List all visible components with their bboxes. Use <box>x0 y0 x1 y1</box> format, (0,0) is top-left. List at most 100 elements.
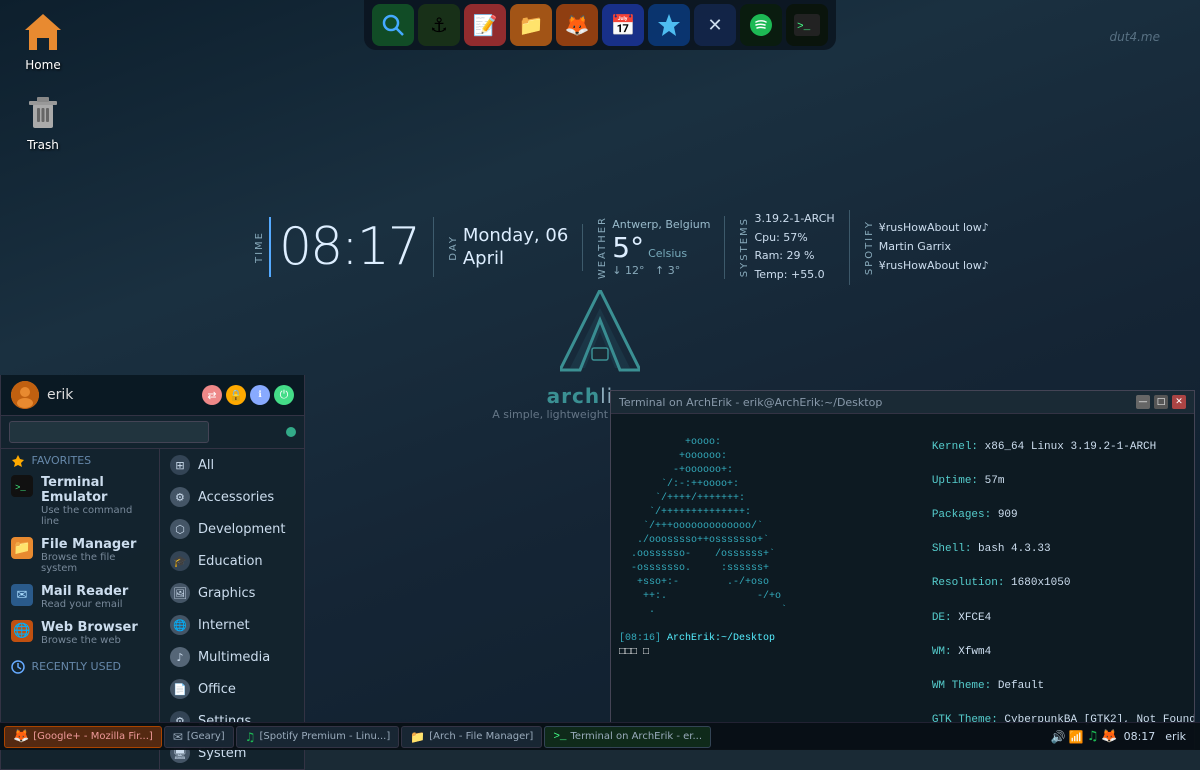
taskbar: 🦊 [Google+ - Mozilla Fir...] ✉ [Geary] ♫… <box>0 722 1200 750</box>
desktop-icon-home[interactable]: Home <box>8 8 78 72</box>
app-menu-categories: ⊞ All ⚙ Accessories ⬡ Development 🎓 Educ… <box>160 449 304 769</box>
cat-office[interactable]: 📄 Office <box>160 673 304 705</box>
svg-text:>_: >_ <box>797 21 811 33</box>
terminal-title: Terminal on ArchErik - erik@ArchErik:~/D… <box>619 396 882 409</box>
search-input[interactable] <box>9 421 209 443</box>
conky-sys-content: 3.19.2-1-ARCH Cpu: 57% Ram: 29 % Temp: +… <box>754 210 834 285</box>
app-menu-body: Favorites >_ Terminal Emulator Use the c… <box>1 449 304 769</box>
terminal-close-button[interactable]: ✕ <box>1172 395 1186 409</box>
search-dot <box>286 427 296 437</box>
conky-time-label: Time <box>254 231 265 263</box>
favorites-label: Favorites <box>1 449 159 470</box>
tray-icon-4[interactable]: 🦊 <box>1101 729 1117 744</box>
app-menu-controls: ⇄ 🔒 ℹ ⏻ <box>202 385 294 405</box>
tray-icon-1[interactable]: 🔊 <box>1051 730 1066 744</box>
recently-label: Recently Used <box>1 655 159 676</box>
dock-spotify[interactable] <box>740 4 782 46</box>
conky-day-label: Day <box>448 235 459 261</box>
conky-widget: Time 08:17 Day Monday, 06April Weather A… <box>240 210 1200 285</box>
tray-icon-2[interactable]: 📶 <box>1069 730 1084 744</box>
home-icon <box>19 8 67 56</box>
app-menu-header: erik ⇄ 🔒 ℹ ⏻ <box>1 375 304 416</box>
dock-terminal[interactable]: >_ <box>786 4 828 46</box>
conky-weather-label: Weather <box>597 216 608 279</box>
conky-spotify-content: ¥rusHowAbout low♪ Martin Garrix ¥rusHowA… <box>879 219 989 275</box>
dock-magnifier[interactable] <box>372 4 414 46</box>
menu-item-mailreader[interactable]: ✉ Mail Reader Read your email <box>1 579 159 615</box>
menu-item-mailreader-text: Mail Reader Read your email <box>41 584 149 610</box>
dut4me-label: dut4.me <box>1110 30 1160 44</box>
taskbar-filemanager[interactable]: 📁 [Arch - File Manager] <box>401 726 542 748</box>
terminal-arch-art: +oooo: +oooooo: -+oooooo+: `/:-:++oooo+:… <box>611 414 871 744</box>
taskbar-username: erik <box>1161 730 1190 743</box>
dock-files[interactable]: 📁 <box>510 4 552 46</box>
conky-sys-label: Systems <box>739 217 750 277</box>
taskbar-start[interactable]: 🦊 [Google+ - Mozilla Fir...] <box>4 726 162 748</box>
conky-sys: Systems 3.19.2-1-ARCH Cpu: 57% Ram: 29 %… <box>725 210 849 285</box>
dock-notes[interactable]: 📝 <box>464 4 506 46</box>
conky-weather: Weather Antwerp, Belgium 5° Celsius ↓ 12… <box>583 216 725 279</box>
app-menu-username: erik <box>47 387 194 403</box>
app-menu-avatar <box>11 381 39 409</box>
terminal-minimize-button[interactable]: — <box>1136 395 1150 409</box>
cat-all[interactable]: ⊞ All <box>160 449 304 481</box>
menu-item-terminal-text: Terminal Emulator Use the command line <box>41 475 149 527</box>
menu-item-webbrowser-text: Web Browser Browse the web <box>41 620 149 646</box>
switch-user-button[interactable]: ⇄ <box>202 385 222 405</box>
menu-item-filemanager-text: File Manager Browse the file system <box>41 537 149 574</box>
app-menu-search <box>1 416 304 449</box>
info-button[interactable]: ℹ <box>250 385 270 405</box>
cat-internet[interactable]: 🌐 Internet <box>160 609 304 641</box>
menu-item-terminal[interactable]: >_ Terminal Emulator Use the command lin… <box>1 470 159 532</box>
terminal-body: +oooo: +oooooo: -+oooooo+: `/:-:++oooo+:… <box>611 414 1194 744</box>
dock-calendar[interactable]: 📅 <box>602 4 644 46</box>
taskbar-geary[interactable]: ✉ [Geary] <box>164 726 234 748</box>
cat-multimedia[interactable]: ♪ Multimedia <box>160 641 304 673</box>
menu-item-webbrowser[interactable]: 🌐 Web Browser Browse the web <box>1 615 159 651</box>
conky-weather-content: Antwerp, Belgium 5° Celsius ↓ 12° ↑ 3° <box>612 218 710 277</box>
taskbar-time: 08:17 <box>1124 730 1156 743</box>
tray-icon-3[interactable]: ♫ <box>1087 729 1099 744</box>
terminal-window: Terminal on ArchErik - erik@ArchErik:~/D… <box>610 390 1195 750</box>
conky-time: Time 08:17 <box>240 217 434 277</box>
cat-accessories[interactable]: ⚙ Accessories <box>160 481 304 513</box>
arch-logo-svg <box>560 290 640 380</box>
dock-anchor[interactable]: ⚓ <box>418 4 460 46</box>
conky-weather-lowhi: ↓ 12° ↑ 3° <box>612 264 710 277</box>
home-icon-label: Home <box>25 58 60 72</box>
conky-day-value: Monday, 06April <box>463 224 568 271</box>
conky-spotify: Spotify ¥rusHowAbout low♪ Martin Garrix … <box>850 219 1003 275</box>
terminal-maximize-button[interactable]: □ <box>1154 395 1168 409</box>
taskbar-tray: 🔊 📶 ♫ 🦊 <box>1051 729 1118 744</box>
desktop: ⚓ 📝 📁 🦊 📅 ✕ >_ <box>0 0 1200 750</box>
conky-time-value: 08:17 <box>269 217 419 277</box>
dock-x[interactable]: ✕ <box>694 4 736 46</box>
taskbar-terminal[interactable]: >_ Terminal on ArchErik - er... <box>544 726 711 748</box>
terminal-controls: — □ ✕ <box>1136 395 1186 409</box>
taskbar-right: 🔊 📶 ♫ 🦊 08:17 erik <box>1051 729 1196 744</box>
trash-icon-label: Trash <box>27 138 59 152</box>
taskbar-left: 🦊 [Google+ - Mozilla Fir...] ✉ [Geary] ♫… <box>4 726 1051 748</box>
conky-weather-temp: 5° <box>612 231 644 264</box>
dock-shuriken[interactable] <box>648 4 690 46</box>
trash-icon <box>19 88 67 136</box>
cat-education[interactable]: 🎓 Education <box>160 545 304 577</box>
conky-spotify-label: Spotify <box>864 220 875 275</box>
dock-firefox[interactable]: 🦊 <box>556 4 598 46</box>
desktop-icon-trash[interactable]: Trash <box>8 88 78 152</box>
taskbar-spotify[interactable]: ♫ [Spotify Premium - Linu...] <box>236 726 400 748</box>
lock-button[interactable]: 🔒 <box>226 385 246 405</box>
conky-day: Day Monday, 06April <box>434 224 583 271</box>
top-dock: ⚓ 📝 📁 🦊 📅 ✕ >_ <box>364 0 836 50</box>
svg-text:>_: >_ <box>15 483 26 493</box>
cat-development[interactable]: ⬡ Development <box>160 513 304 545</box>
cat-graphics[interactable]: 🖼 Graphics <box>160 577 304 609</box>
app-menu: erik ⇄ 🔒 ℹ ⏻ Favorites >_ <box>0 375 305 770</box>
terminal-titlebar: Terminal on ArchErik - erik@ArchErik:~/D… <box>611 391 1194 414</box>
menu-item-filemanager[interactable]: 📁 File Manager Browse the file system <box>1 532 159 579</box>
app-menu-favorites: Favorites >_ Terminal Emulator Use the c… <box>1 449 160 769</box>
terminal-sysinfo: Kernel: x86_64 Linux 3.19.2-1-ARCH Uptim… <box>871 414 1194 744</box>
conky-weather-unit: Celsius <box>648 247 687 260</box>
power-button[interactable]: ⏻ <box>274 385 294 405</box>
conky-weather-city: Antwerp, Belgium <box>612 218 710 231</box>
